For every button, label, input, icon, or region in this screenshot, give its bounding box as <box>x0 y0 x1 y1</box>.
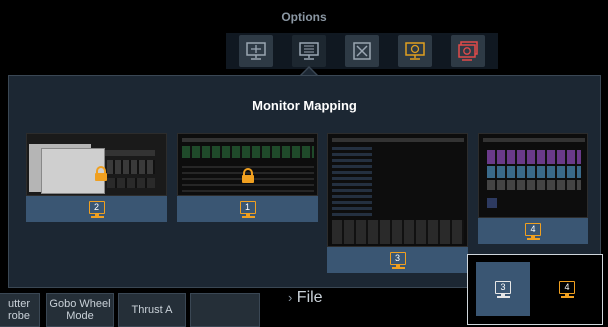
monitor-number: 3 <box>500 282 506 292</box>
monitor-tile-2[interactable]: 2 <box>26 133 167 222</box>
add-monitor-button[interactable] <box>239 35 273 67</box>
monitor-tile-3[interactable]: 3 <box>327 133 468 273</box>
monitor-number: 3 <box>394 253 400 263</box>
panel-title: Monitor Mapping <box>252 98 357 113</box>
lock-icon <box>95 166 107 181</box>
file-label: File <box>296 289 323 306</box>
chevron-right-icon: › <box>288 290 293 305</box>
monitor-mapping-button[interactable] <box>292 35 326 67</box>
monitor-list-icon <box>299 42 319 60</box>
monitor-plus-icon <box>246 42 266 60</box>
close-monitor-button[interactable] <box>345 35 379 67</box>
popup-option-3[interactable]: 3 <box>476 262 530 316</box>
file-heading[interactable]: › File <box>288 289 323 307</box>
thrust-a-button[interactable]: Thrust A <box>118 293 186 327</box>
monitor-refresh-icon <box>405 42 425 60</box>
button-label: Gobo Wheel Mode <box>49 298 111 322</box>
refresh-monitor-button[interactable] <box>398 35 432 67</box>
monitor-tile-1[interactable]: 1 <box>177 133 318 222</box>
shutter-strobe-button[interactable]: utter robe <box>0 293 40 327</box>
monitor-icon: 2 <box>88 201 105 218</box>
monitor-tile-footer: 4 <box>478 218 588 244</box>
monitor-preview <box>327 133 468 247</box>
popup-option-4[interactable]: 4 <box>540 262 594 316</box>
panel-pointer-inner <box>302 68 316 75</box>
options-title: Options <box>281 10 327 24</box>
monitor-preview <box>177 133 318 196</box>
monitor-preview <box>26 133 167 196</box>
monitor-tile-footer: 1 <box>177 196 318 222</box>
monitor-x-icon <box>353 42 371 60</box>
monitor-preview <box>478 133 588 218</box>
gobo-wheel-mode-button[interactable]: Gobo Wheel Mode <box>46 293 114 327</box>
monitor-number: 2 <box>93 202 99 212</box>
empty-button[interactable] <box>190 293 260 327</box>
monitor-reset-icon <box>458 41 478 61</box>
reset-monitor-button[interactable] <box>451 35 485 67</box>
monitor-tile-4[interactable]: 4 <box>478 133 588 244</box>
monitor-tile-footer: 2 <box>26 196 167 222</box>
button-label: Thrust A <box>131 304 173 316</box>
monitor-number: 4 <box>530 224 536 234</box>
monitor-icon: 3 <box>495 281 511 298</box>
monitor-icon: 1 <box>239 201 256 218</box>
lock-icon <box>242 168 254 183</box>
monitor-select-popup: 3 4 <box>467 254 603 325</box>
button-label: utter robe <box>7 298 31 322</box>
monitor-icon: 4 <box>559 281 575 298</box>
monitor-tile-footer: 3 <box>327 247 468 273</box>
monitor-number: 1 <box>244 202 250 212</box>
monitor-icon: 4 <box>525 223 541 240</box>
monitor-icon: 3 <box>389 252 406 269</box>
monitor-number: 4 <box>564 282 570 292</box>
